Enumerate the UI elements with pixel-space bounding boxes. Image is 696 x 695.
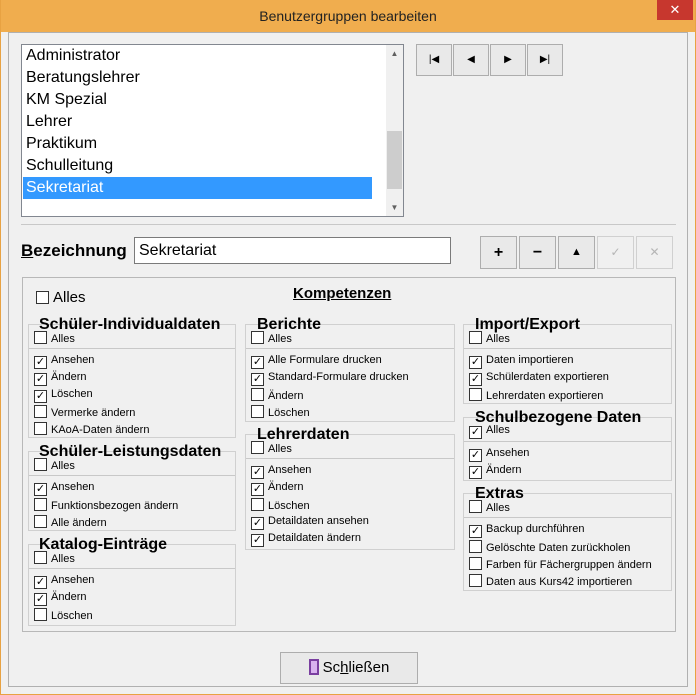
group-alles-checkbox[interactable]: Alles	[251, 441, 292, 455]
checkbox-item[interactable]: ✓ Backup durchführen	[469, 523, 584, 538]
group-alles-checkbox[interactable]: Alles	[251, 331, 292, 345]
checkbox-item[interactable]: Daten aus Kurs42 importieren	[469, 574, 632, 588]
checkbox-item[interactable]: Vermerke ändern	[34, 405, 135, 419]
first-record-button[interactable]: |◀	[416, 44, 452, 76]
separator	[21, 224, 676, 225]
list-item-selected[interactable]: Sekretariat	[23, 177, 372, 199]
checkbox-item[interactable]: KAoA-Daten ändern	[34, 422, 149, 436]
move-up-button[interactable]: ▲	[558, 236, 595, 269]
previous-record-button[interactable]: ◀	[453, 44, 489, 76]
list-item[interactable]: Schulleitung	[23, 155, 372, 177]
checkbox-item[interactable]: Lehrerdaten exportieren	[469, 388, 603, 402]
checkbox-item[interactable]: ✓ Ansehen	[34, 354, 94, 369]
title-bar: Benutzergruppen bearbeiten	[1, 0, 695, 32]
list-scrollbar[interactable]: ▲ ▼	[386, 45, 403, 216]
checkbox-item[interactable]: ✓ Ändern	[469, 464, 521, 479]
dialog-window: Benutzergruppen bearbeiten ✕ Administrat…	[0, 0, 696, 695]
remove-button[interactable]: −	[519, 236, 556, 269]
checkbox-item[interactable]: Löschen	[34, 608, 93, 622]
kompetenzen-title: Kompetenzen	[293, 285, 392, 302]
schliessen-button[interactable]: Schließen	[280, 652, 418, 684]
group-alles-checkbox[interactable]: Alles	[34, 551, 75, 565]
list-item[interactable]: Administrator	[23, 45, 372, 67]
checkbox-item[interactable]: ✓ Ansehen	[34, 481, 94, 496]
exit-door-icon	[308, 659, 319, 675]
checkbox[interactable]	[36, 291, 49, 304]
bezeichnung-label: Bezeichnung	[21, 241, 127, 260]
checkbox-item[interactable]: Ändern	[251, 388, 303, 402]
checkbox-item[interactable]: ✓ Daten importieren	[469, 354, 573, 369]
checkbox-item[interactable]: ✓ Ändern	[251, 481, 303, 496]
scroll-down-icon[interactable]: ▼	[386, 199, 403, 216]
bezeichnung-input[interactable]: Sekretariat	[134, 237, 451, 264]
confirm-edit-button[interactable]: ✓	[597, 236, 634, 269]
group-alles-checkbox[interactable]: Alles	[469, 500, 510, 514]
checkbox-item[interactable]: ✓ Ansehen	[469, 447, 529, 462]
cancel-edit-button[interactable]: ✕	[636, 236, 673, 269]
window-title: Benutzergruppen bearbeiten	[259, 8, 437, 24]
checkbox-item[interactable]: Funktionsbezogen ändern	[34, 498, 178, 512]
group-alles-checkbox[interactable]: Alles	[469, 331, 510, 345]
checkbox-item[interactable]: Farben für Fächergruppen ändern	[469, 557, 652, 571]
checkbox-item[interactable]: ✓ Alle Formulare drucken	[251, 354, 382, 369]
checkbox-item[interactable]: ✓ Schülerdaten exportieren	[469, 371, 609, 386]
window-close-button[interactable]: ✕	[657, 0, 693, 20]
checkbox-item[interactable]: ✓ Löschen	[34, 388, 93, 403]
add-button[interactable]: +	[480, 236, 517, 269]
checkbox-item[interactable]: ✓ Ändern	[34, 371, 86, 386]
checkbox-item[interactable]: ✓ Standard-Formulare drucken	[251, 371, 409, 386]
checkbox-item[interactable]: Gelöschte Daten zurückholen	[469, 540, 630, 554]
scroll-up-icon[interactable]: ▲	[386, 45, 403, 62]
list-item[interactable]: Praktikum	[23, 133, 372, 155]
alles-all-checkbox[interactable]: Alles	[36, 289, 86, 306]
checkbox-item[interactable]: Löschen	[251, 405, 310, 419]
group-alles-checkbox[interactable]: Alles	[34, 458, 75, 472]
group-alles-checkbox[interactable]: Alles	[34, 331, 75, 345]
checkbox-item[interactable]: ✓ Detaildaten ansehen	[251, 515, 369, 530]
scroll-thumb[interactable]	[387, 131, 402, 189]
checkbox-item[interactable]: Löschen	[251, 498, 310, 512]
checkbox-item[interactable]: ✓ Ändern	[34, 591, 86, 606]
user-group-list[interactable]: Administrator Beratungslehrer KM Spezial…	[21, 44, 404, 217]
checkbox-item[interactable]: ✓ Ansehen	[34, 574, 94, 589]
list-item[interactable]: KM Spezial	[23, 89, 372, 111]
checkbox-item[interactable]: ✓ Detaildaten ändern	[251, 532, 361, 547]
checkbox-item[interactable]: Alle ändern	[34, 515, 107, 529]
next-record-button[interactable]: ▶	[490, 44, 526, 76]
last-record-button[interactable]: ▶|	[527, 44, 563, 76]
list-item[interactable]: Lehrer	[23, 111, 372, 133]
checkbox-item[interactable]: ✓ Ansehen	[251, 464, 311, 479]
group-alles-checkbox[interactable]: ✓ Alles	[469, 424, 510, 439]
list-item[interactable]: Beratungslehrer	[23, 67, 372, 89]
